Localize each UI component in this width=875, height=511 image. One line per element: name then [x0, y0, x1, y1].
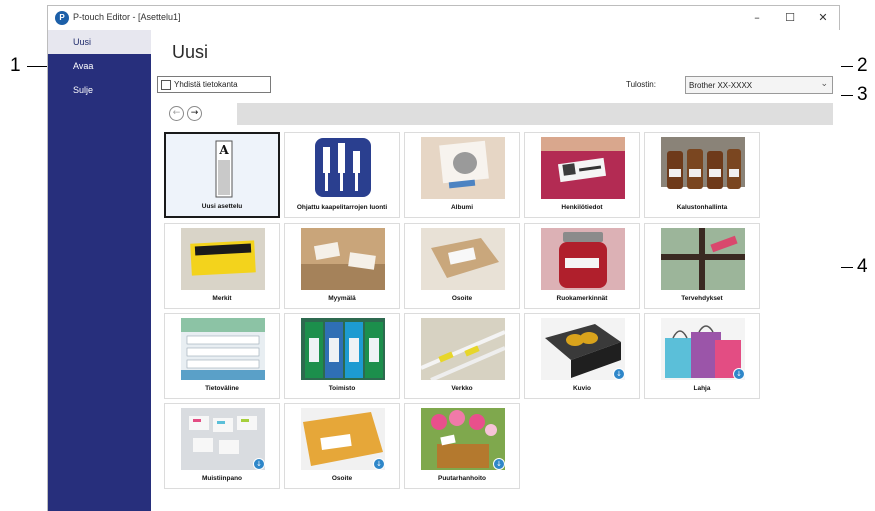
template-label: Henkilötiedot: [561, 204, 603, 211]
media-discs-photo: [181, 318, 265, 380]
template-tile-pattern[interactable]: ↓ Kuvio: [524, 313, 640, 399]
callout-1: 1: [10, 55, 21, 76]
template-tile-store[interactable]: Myymälä: [284, 223, 400, 309]
caution-sign-photo: [181, 228, 265, 290]
template-label: Verkko: [451, 385, 473, 392]
template-tile-gardening[interactable]: ↓ Puutarhanhoito: [404, 403, 520, 489]
gift-bags-photo: [661, 318, 745, 380]
album-photo: [421, 137, 505, 199]
template-label: Albumi: [450, 204, 474, 211]
sidebar-item-open[interactable]: Avaa: [48, 54, 151, 78]
butterfly-box-photo: [541, 318, 625, 380]
ptouch-app-icon: P: [55, 11, 69, 25]
window-title: P-touch Editor - [Asettelu1]: [73, 12, 181, 22]
template-label: Ruokamerkinnät: [556, 295, 608, 302]
template-label: Muistiinpano: [201, 475, 243, 482]
callout-3: 3: [857, 84, 868, 105]
template-tile-address-envelope[interactable]: ↓ Osoite: [284, 403, 400, 489]
template-tile-network[interactable]: Verkko: [404, 313, 520, 399]
food-jar-photo: [541, 228, 625, 290]
checkbox-box[interactable]: [161, 80, 171, 90]
title-bar: P P-touch Editor - [Asettelu1] – ☐ ✕: [48, 6, 839, 30]
connect-database-label: Yhdistä tietokanta: [174, 80, 238, 89]
template-tile-food-labels[interactable]: Ruokamerkinnät: [524, 223, 640, 309]
asset-bottles-photo: [661, 137, 745, 199]
template-label: Puutarhanhoito: [437, 475, 487, 482]
download-icon: ↓: [733, 368, 745, 380]
template-label: Toimisto: [328, 385, 356, 392]
template-tile-personal-info[interactable]: Henkilötiedot: [524, 132, 640, 218]
store-photo: [301, 228, 385, 290]
template-label: Tietoväline: [205, 385, 239, 392]
template-tile-notes[interactable]: ↓ Muistiinpano: [164, 403, 280, 489]
template-tile-office[interactable]: Toimisto: [284, 313, 400, 399]
template-label: Ohjattu kaapelitarrojen luonti: [296, 204, 388, 211]
chevron-down-icon: ⌄: [820, 79, 828, 89]
template-label: Tervehdykset: [681, 295, 723, 302]
printer-value: Brother XX-XXXX: [689, 81, 753, 90]
navigation-bar: ← →: [157, 102, 833, 126]
flower-pots-photo: [421, 408, 505, 470]
app-window: P P-touch Editor - [Asettelu1] – ☐ ✕ Uus…: [47, 5, 841, 511]
template-tile-signs[interactable]: Merkit: [164, 223, 280, 309]
template-label: Lahja: [693, 385, 711, 392]
template-tile-greetings[interactable]: Tervehdykset: [644, 223, 760, 309]
template-label: Osoite: [331, 475, 353, 482]
sidebar: Uusi Avaa Sulje: [48, 30, 151, 511]
template-tile-gift[interactable]: ↓ Lahja: [644, 313, 760, 399]
template-label: Osoite: [451, 295, 473, 302]
envelope-photo: [301, 408, 385, 470]
download-icon: ↓: [613, 368, 625, 380]
path-bar: [237, 103, 833, 125]
maximize-button[interactable]: ☐: [778, 8, 802, 28]
back-button[interactable]: ←: [169, 106, 184, 121]
network-cables-photo: [421, 318, 505, 380]
cable-label-wizard-icon: [315, 138, 371, 197]
id-badge-photo: [541, 137, 625, 199]
download-icon: ↓: [253, 458, 265, 470]
close-button[interactable]: ✕: [811, 8, 835, 28]
template-label: Myymälä: [328, 295, 356, 302]
template-tile-new-layout[interactable]: A Uusi asettelu: [164, 132, 280, 218]
template-label: Uusi asettelu: [201, 203, 243, 210]
printer-label: Tulostin:: [626, 80, 656, 89]
svg-text:A: A: [218, 143, 229, 157]
new-layout-icon: A: [215, 140, 233, 198]
printer-select[interactable]: Brother XX-XXXX ⌄: [685, 76, 833, 94]
template-label: Kalustonhallinta: [676, 204, 728, 211]
callout-2: 2: [857, 55, 868, 76]
minimize-button[interactable]: –: [745, 8, 769, 28]
template-label: Merkit: [212, 295, 232, 302]
gift-ribbon-photo: [661, 228, 745, 290]
template-tile-address[interactable]: Osoite: [404, 223, 520, 309]
connect-database-checkbox[interactable]: Yhdistä tietokanta: [157, 76, 271, 93]
template-grid: A Uusi asettelu Ohjattu kaapelitarrojen …: [164, 132, 764, 490]
template-tile-album[interactable]: Albumi: [404, 132, 520, 218]
download-icon: ↓: [373, 458, 385, 470]
callout-4: 4: [857, 256, 868, 277]
forward-button[interactable]: →: [187, 106, 202, 121]
template-tile-media[interactable]: Tietoväline: [164, 313, 280, 399]
office-binders-photo: [301, 318, 385, 380]
main-content: Uusi Yhdistä tietokanta Tulostin: Brothe…: [151, 30, 841, 511]
address-box-photo: [421, 228, 505, 290]
sticky-notes-photo: [181, 408, 265, 470]
sidebar-item-new[interactable]: Uusi: [48, 30, 151, 54]
template-label: Kuvio: [572, 385, 592, 392]
template-tile-asset-management[interactable]: Kalustonhallinta: [644, 132, 760, 218]
page-title: Uusi: [172, 42, 209, 62]
download-icon: ↓: [493, 458, 505, 470]
template-tile-cable-wizard[interactable]: Ohjattu kaapelitarrojen luonti: [284, 132, 400, 218]
sidebar-item-close[interactable]: Sulje: [48, 78, 151, 102]
